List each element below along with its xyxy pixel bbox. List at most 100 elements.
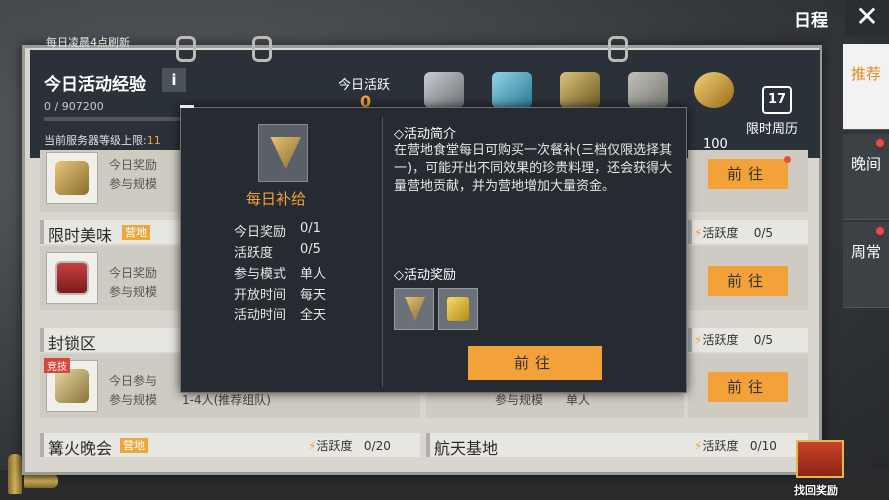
- today-reward-label: 今日奖励: [109, 266, 158, 280]
- activity-label: 活跃度: [316, 439, 353, 453]
- activity-value: 0/10: [749, 439, 777, 453]
- stat-label: 活跃度: [234, 246, 274, 261]
- tab-label: 晚间: [850, 155, 881, 173]
- activity-points: ⚡活跃度 0/10: [694, 437, 777, 454]
- binder-clip-icon: [176, 36, 196, 62]
- stat-row: 活跃度 0/5: [234, 242, 321, 261]
- stat-label: 活动时间: [234, 308, 287, 323]
- bullet-decoration: [8, 454, 22, 494]
- scale-label: 参与规模: [109, 285, 158, 299]
- activity-label: 今日活跃: [338, 78, 391, 93]
- xp-value: 0 / 907200: [44, 100, 104, 113]
- scale-label: 参与规模: [109, 393, 158, 407]
- scale-label: 参与规模: [495, 393, 544, 407]
- go-button[interactable]: 前往: [708, 266, 788, 296]
- popup-accent: [180, 105, 194, 108]
- popup-divider: [382, 117, 383, 387]
- gift-box-icon: [796, 440, 844, 478]
- info-button[interactable]: i: [162, 68, 186, 92]
- reward-title: ◇活动奖励: [394, 268, 456, 283]
- gold-coin-icon: [694, 72, 734, 108]
- gift-label[interactable]: 找回奖励: [794, 482, 838, 498]
- xp-title: 今日活动经验: [44, 75, 146, 95]
- activity-value: 0/5: [753, 226, 774, 240]
- stat-value: 每天: [300, 288, 327, 303]
- silver-coin-icon: [424, 72, 464, 108]
- activity-reward-chest-1[interactable]: [420, 68, 468, 112]
- server-cap-label: 当前服务器等级上限:: [44, 134, 147, 147]
- alert-dot-icon: [876, 139, 884, 147]
- calendar-icon[interactable]: 17: [762, 86, 792, 114]
- activity-label: 活跃度: [702, 226, 739, 240]
- popup-event-icon: [258, 124, 308, 182]
- server-level-cap: 当前服务器等级上限:11: [44, 132, 161, 148]
- activity-value: 0/20: [363, 439, 391, 453]
- today-reward-label: 今日奖励: [109, 158, 158, 172]
- event-name: 限时美味: [48, 226, 113, 245]
- activity-label: 活跃度: [702, 439, 739, 453]
- supply-chevron-icon: [560, 72, 600, 108]
- go-button[interactable]: 前往: [708, 156, 791, 189]
- tab-evening[interactable]: 晚间: [843, 134, 889, 220]
- event-header-lockdown: 封锁区: [40, 328, 180, 353]
- stat-label: 今日奖励: [234, 225, 287, 240]
- map-icon: [55, 369, 89, 403]
- canister-icon: [628, 72, 668, 108]
- scale-value: 单人: [566, 393, 591, 407]
- activity-points: ⚡活跃度 0/5: [694, 224, 773, 241]
- stat-row: 开放时间 每天: [234, 284, 326, 303]
- event-name: 封锁区: [48, 334, 97, 353]
- go-label: 前往: [726, 378, 769, 396]
- scale-value: 1-4人(推荐组队): [182, 393, 271, 407]
- reset-note: 每日凌晨4点刷新: [46, 36, 130, 49]
- stat-value: 0/1: [300, 221, 321, 236]
- go-label: 前往: [726, 165, 769, 183]
- tab-label: 推荐: [850, 65, 881, 83]
- bullet-decoration-2: [24, 474, 58, 488]
- activity-reward-chest-4[interactable]: [624, 68, 672, 112]
- scale-label: 参与规模: [109, 177, 158, 191]
- reward-item[interactable]: [438, 288, 478, 330]
- stat-row: 参与模式 单人: [234, 263, 326, 282]
- activity-value: 0/5: [753, 333, 774, 347]
- lunchbox-icon: [55, 261, 89, 295]
- stat-value: 单人: [300, 267, 327, 282]
- event-name: 篝火晚会: [48, 439, 113, 458]
- go-button[interactable]: 前往: [708, 372, 788, 402]
- competitive-badge: 竞技: [44, 358, 70, 373]
- binder-clip-icon: [608, 36, 628, 62]
- activity-reward-chest-2[interactable]: [488, 68, 536, 112]
- intro-title: ◇活动简介: [394, 127, 456, 142]
- event-header-limited-food: 限时美味 营地: [40, 220, 180, 245]
- lightning-badge-icon: [492, 72, 532, 108]
- server-cap-value: 11: [146, 134, 161, 147]
- page-title: 日程: [794, 11, 828, 31]
- activity-reward-chest-3[interactable]: [556, 68, 604, 112]
- alert-dot-icon: [876, 227, 884, 235]
- popup-go-button[interactable]: 前往: [468, 346, 602, 380]
- event-info: 今日参与 参与规模: [109, 372, 157, 410]
- tab-label: 周常: [850, 243, 881, 261]
- supply-chevron-icon: [270, 137, 301, 169]
- stat-row: 今日奖励 0/1: [234, 221, 321, 240]
- stat-label: 参与模式: [234, 267, 287, 282]
- popup-title: 每日补给: [246, 190, 307, 208]
- stat-value: 0/5: [300, 242, 321, 257]
- alert-dot-icon: [784, 156, 791, 163]
- activity-reward-chest-5[interactable]: [690, 68, 738, 112]
- camp-tag: 营地: [120, 438, 148, 453]
- close-button[interactable]: ✕: [845, 0, 889, 36]
- stat-row: 活动时间 全天: [234, 304, 326, 323]
- calendar-label[interactable]: 限时周历: [746, 118, 798, 137]
- activity-points: ⚡活跃度 0/20: [308, 437, 391, 454]
- event-name: 航天基地: [434, 439, 499, 458]
- gold-ticket-icon: [447, 297, 469, 321]
- stat-label: 开放时间: [234, 288, 287, 303]
- reward-item[interactable]: [394, 288, 434, 330]
- intro-text: 在营地食堂每日可购买一次餐补(三档仅限选择其一)，可能开出不同效果的珍贵料理，还…: [394, 143, 673, 194]
- binder-clip-icon: [252, 36, 272, 62]
- tab-weekly[interactable]: 周常: [843, 222, 889, 308]
- tab-recommended[interactable]: 推荐: [843, 44, 889, 130]
- recovery-gift-button[interactable]: [792, 430, 848, 480]
- supply-chevron-icon: [55, 161, 89, 195]
